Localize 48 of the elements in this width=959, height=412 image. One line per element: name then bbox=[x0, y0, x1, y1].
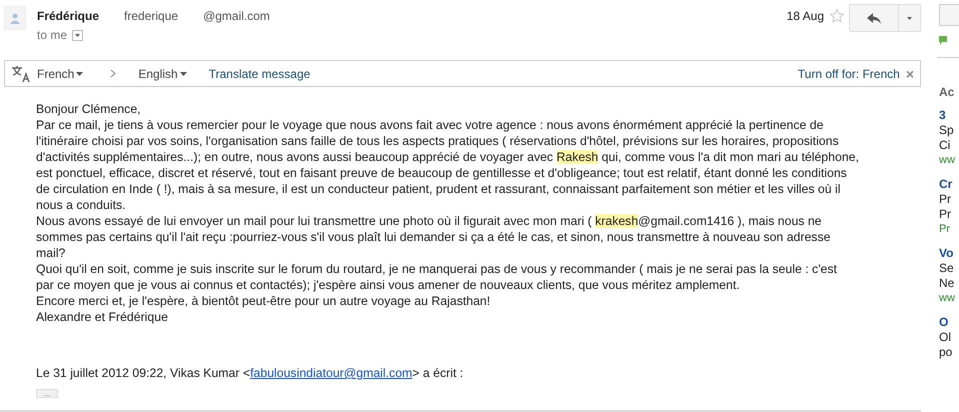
ad-url: Pr bbox=[939, 222, 951, 237]
message-paragraph: Alexandre et Frédérique bbox=[36, 309, 169, 325]
message-paragraph: Nous avons essayé de lui envoyer un mail pour lui transmettre une photo où il figurait avec mon mari ( krakesh@gmail.com1416 ), mais nous ne sommes pas certains qu'il l'ait reçu :pourriez-vous s'il vous plaît lui demander si ça a été le cas, et sinon, nous transmettre à nouveau son adresse mail? bbox=[36, 213, 832, 261]
chevron-icon bbox=[110, 69, 116, 78]
ad-text: Ci bbox=[939, 138, 952, 153]
message-date: 18 Aug bbox=[786, 9, 824, 23]
ad-title[interactable]: Vo bbox=[939, 246, 959, 261]
avatar-icon bbox=[4, 6, 26, 30]
show-quoted-button[interactable]: ... bbox=[36, 389, 58, 398]
ad-title[interactable]: 3 bbox=[939, 108, 959, 123]
more-dropdown[interactable] bbox=[899, 4, 921, 32]
reply-button[interactable] bbox=[849, 4, 899, 32]
ad-text: Pr bbox=[939, 192, 952, 207]
ad-text: Ne bbox=[939, 276, 956, 291]
sender-email: @gmail.com bbox=[203, 9, 270, 23]
details-dropdown[interactable] bbox=[72, 30, 84, 40]
sender-name: Frédérique bbox=[37, 9, 100, 23]
message-paragraph: Bonjour Clémence, bbox=[36, 101, 142, 117]
sender-email: frederique bbox=[124, 9, 178, 23]
ad-text: Sp bbox=[939, 123, 955, 138]
message-paragraph: Encore merci et, je l'espère, à bientôt peut-être pour un autre voyage au Rajasthan! bbox=[36, 293, 492, 309]
source-language-dropdown[interactable]: French bbox=[37, 66, 84, 80]
ad-text: Pr bbox=[939, 207, 952, 222]
caret-icon bbox=[180, 72, 187, 76]
ad-text: Se bbox=[939, 261, 955, 276]
recipient-text: to me bbox=[37, 28, 68, 42]
ads-heading: Ac bbox=[939, 85, 956, 99]
message-paragraph: Quoi qu'il en soit, comme je suis inscrite sur le forum du routard, je ne manquerai pas de vous y recommander ( mais je ne serai pas la seule : c'est par ce moyen que je vous ai connus et contactés); j'espère ainsi vous amener de nouveaux clients, que vous méritez amplement. bbox=[36, 261, 838, 293]
reply-icon bbox=[867, 12, 881, 24]
ad-text: Ol bbox=[939, 330, 952, 345]
ad-text: po bbox=[939, 345, 954, 360]
ad-title[interactable]: O bbox=[939, 315, 959, 330]
translate-icon bbox=[11, 64, 31, 82]
star-icon[interactable] bbox=[829, 8, 845, 24]
ad-url: ww bbox=[939, 153, 956, 168]
target-language-dropdown[interactable]: English bbox=[138, 66, 187, 80]
ad-title[interactable]: Cr bbox=[939, 177, 959, 192]
ad-url: ww bbox=[939, 291, 956, 306]
message-paragraph: Par ce mail, je tiens à vous remercier pour le voyage que nous avons fait avec votre agence : nous avons énormément apprécié la pertinence de l'itinéraire choisi par vos soins, l'organisation sans faille de tous les aspects pratiques ( réservations d'hôtel, prévisions sur les horaires, propositions d'activités supplémentaires...); en outre, nous avons aussi beaucoup apprécié de voyager avec Rakesh qui, comme vous l'a dit mon mari au téléphone, est ponctuel, efficace, discret et réservé, tout en faisant preuve de beaucoup de gentillesse et d'obligeance; tout est relatif, étant donné les conditions de circulation en Inde ( !), mais à sa mesure, il est un conducteur patient, prudent et rassurant, connaissant parfaitement son métier et les villes où il nous a conduits. bbox=[36, 117, 860, 213]
caret-icon bbox=[907, 16, 912, 20]
caret-icon bbox=[75, 34, 80, 36]
caret-icon bbox=[76, 72, 84, 76]
turn-off-link[interactable]: Turn off for: French bbox=[798, 66, 900, 80]
translate-link[interactable]: Translate message bbox=[208, 66, 310, 80]
quote-header: Le 31 juillet 2012 09:22, Vikas Kumar <fabulousindiatour@gmail.com> a écrit : bbox=[36, 365, 464, 381]
email-link[interactable]: fabulousindiatour@gmail.com bbox=[250, 366, 412, 380]
close-button[interactable]: × bbox=[906, 66, 914, 82]
label-icon bbox=[939, 36, 947, 45]
